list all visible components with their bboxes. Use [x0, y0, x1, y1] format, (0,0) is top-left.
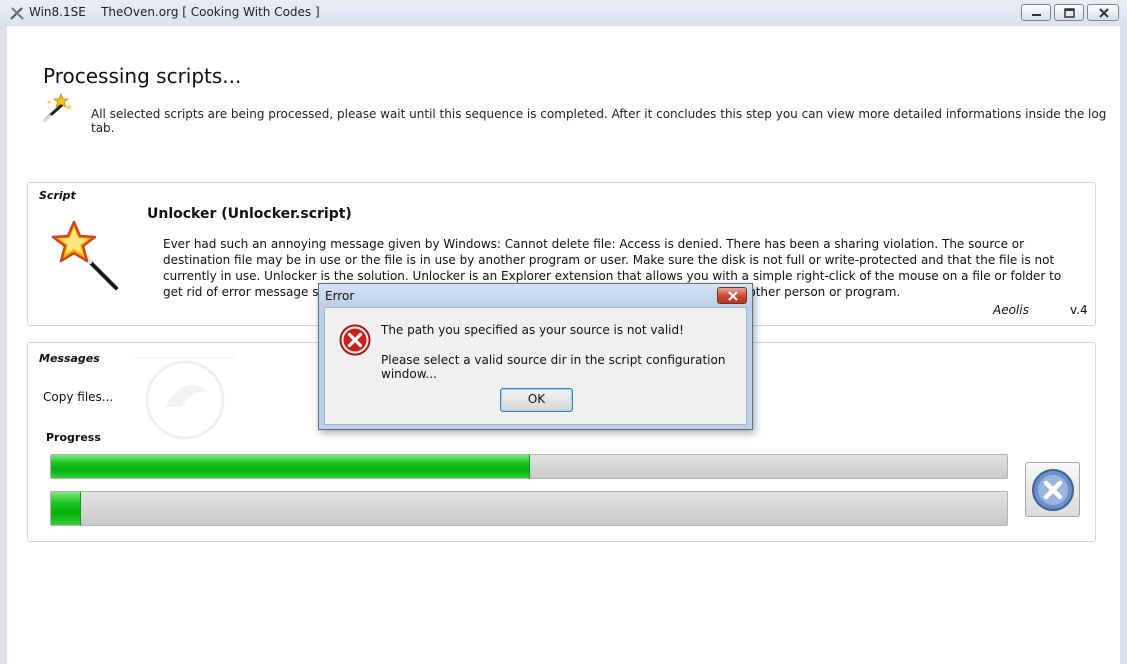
script-panel-caption: Script [39, 189, 76, 202]
maximize-button[interactable] [1054, 4, 1084, 21]
status-message: Copy files... [43, 390, 114, 404]
close-icon [1099, 8, 1109, 18]
script-progress-bar [50, 454, 1008, 479]
error-icon [339, 324, 371, 356]
overall-progress-bar [50, 491, 1008, 526]
window-frame-left [0, 26, 7, 664]
ok-button[interactable]: OK [500, 388, 573, 412]
close-icon [728, 291, 738, 301]
dialog-close-button[interactable] [717, 287, 747, 304]
progress-label: Progress [46, 431, 101, 444]
page-description: All selected scripts are being processed… [91, 107, 1107, 135]
minimize-button[interactable] [1021, 4, 1051, 21]
magic-wand-icon [43, 92, 72, 122]
star-wand-icon [51, 220, 118, 290]
window-title: Win8.1SE TheOven.org [ Cooking With Code… [29, 5, 320, 19]
script-name: Unlocker (Unlocker.script) [147, 206, 352, 222]
messages-panel-caption: Messages [39, 352, 100, 365]
error-dialog: Error The path you specified as your sou… [318, 283, 753, 430]
dialog-message-line-1: The path you specified as your source is… [381, 323, 684, 337]
dialog-title-bar[interactable]: Error [319, 284, 752, 306]
dialog-title: Error [325, 289, 355, 303]
script-progress-fill [51, 455, 530, 478]
title-bar: Win8.1SE TheOven.org [ Cooking With Code… [0, 0, 1127, 26]
cancel-x-icon [1032, 469, 1074, 511]
script-author: Aeolis [993, 303, 1029, 317]
close-button[interactable] [1087, 4, 1119, 21]
dialog-message-line-2: Please select a valid source dir in the … [381, 353, 726, 381]
dialog-body: The path you specified as your source is… [324, 307, 747, 425]
app-icon [10, 7, 24, 20]
page-title: Processing scripts... [43, 64, 242, 88]
cancel-button[interactable] [1025, 462, 1080, 517]
minimize-icon [1032, 14, 1041, 16]
overall-progress-fill [51, 492, 81, 525]
script-version: v.4 [1070, 303, 1088, 317]
restore-icon [1064, 8, 1075, 18]
watermark-logo-icon [135, 357, 235, 440]
